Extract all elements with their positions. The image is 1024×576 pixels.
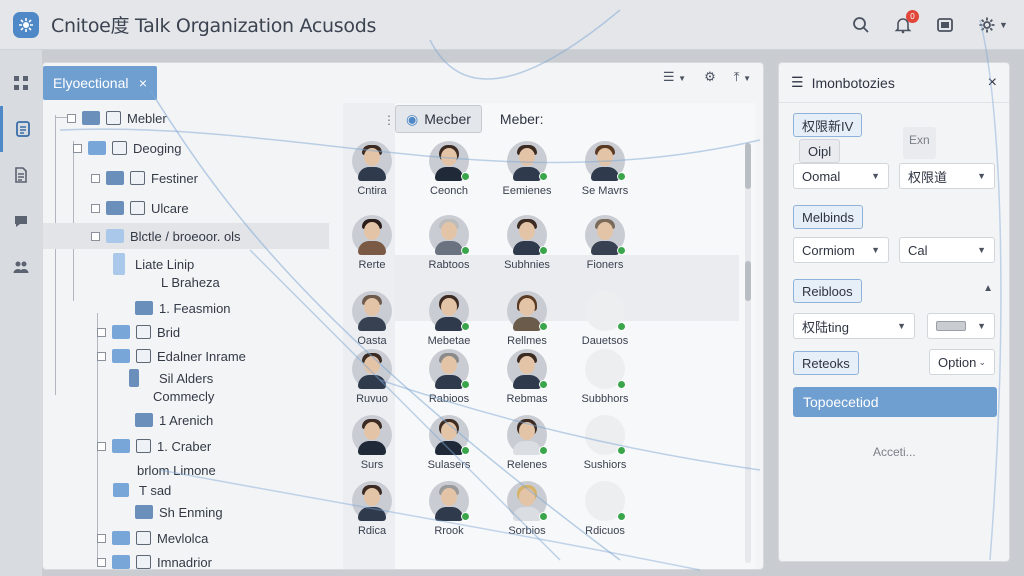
person-card[interactable]: Fioners: [573, 215, 637, 271]
chevron-down-icon: ▼: [977, 321, 986, 331]
tab-label: Elyoectional: [53, 75, 129, 91]
members-tag[interactable]: Melbinds: [793, 205, 864, 229]
app-logo-icon: [13, 11, 39, 38]
search-icon[interactable]: [850, 14, 872, 36]
list-view-icon[interactable]: ☰ ▼: [663, 69, 686, 85]
upload-icon[interactable]: ⤒ ▼: [734, 69, 751, 85]
left-rail: [0, 50, 42, 576]
panel-title: Imonbotozies: [811, 74, 895, 91]
chevron-up-icon[interactable]: ▲: [983, 283, 993, 294]
tree-item[interactable]: Imnadrior: [97, 549, 212, 569]
member-icon: ◉: [406, 110, 419, 127]
document-icon[interactable]: [0, 152, 42, 198]
select-cal[interactable]: Cal ▼: [899, 237, 995, 263]
extra-label: Exn: [903, 127, 936, 159]
chevron-down-icon: ▼: [977, 245, 986, 255]
tree-item[interactable]: 1. Feasmion: [135, 295, 231, 321]
tree-item[interactable]: Commecly: [153, 383, 214, 409]
person-card[interactable]: Rellmes: [495, 291, 559, 347]
person-card[interactable]: Se Mavrs: [573, 141, 637, 197]
chat-icon[interactable]: [0, 198, 42, 244]
tree-item[interactable]: Mebler: [67, 105, 167, 131]
tab-member-2[interactable]: Meber:: [490, 105, 554, 133]
footer-text: Acceti...: [873, 445, 916, 459]
chevron-down-icon: ▼: [977, 171, 986, 181]
people-icon[interactable]: [0, 244, 42, 290]
tree-item[interactable]: Ulcare: [91, 195, 189, 221]
person-card[interactable]: Mebetae: [417, 291, 481, 347]
option-select[interactable]: Option ⌄: [929, 349, 995, 375]
tree-item[interactable]: Brid: [97, 319, 180, 345]
list-icon: ☰: [791, 74, 804, 90]
member-grid: ◉ Mecber Meber: Ceonch Eemienes Se Mavrs …: [395, 103, 755, 569]
grid-icon[interactable]: [0, 60, 42, 106]
person-card[interactable]: Cntira: [349, 141, 395, 197]
tree-item[interactable]: 1 Arenich: [135, 407, 213, 433]
person-card[interactable]: Ceonch: [417, 141, 481, 197]
color-swatch: [936, 321, 966, 331]
person-card[interactable]: Surs: [349, 415, 395, 471]
scrollbar[interactable]: [745, 143, 751, 563]
more-icon[interactable]: ⋮: [383, 113, 395, 127]
person-card[interactable]: Rdica: [349, 481, 395, 537]
person-card[interactable]: Rabioos: [417, 349, 481, 405]
select-swatch[interactable]: ▼: [927, 313, 995, 339]
permission-tag[interactable]: 权限新IV: [793, 113, 863, 137]
app-title: Cnitoe度 Talk Organization Acusods: [51, 15, 377, 37]
select-permission[interactable]: 权限道 ▼: [899, 163, 995, 189]
chevron-down-icon: ▼: [871, 171, 880, 181]
person-card[interactable]: Rrook: [417, 481, 481, 537]
tree-item[interactable]: Sh Enming: [135, 499, 223, 525]
settings-icon[interactable]: ⚙: [704, 69, 716, 85]
roles-tag[interactable]: Reibloos: [793, 279, 862, 303]
notification-bell-icon[interactable]: 0: [892, 10, 919, 36]
person-card[interactable]: Dauetsos: [573, 291, 637, 347]
tree-item[interactable]: Deoging: [73, 135, 181, 161]
chevron-down-icon: ▼: [999, 20, 1008, 30]
tree-item-selected[interactable]: Blctle / broeoor. ols: [43, 223, 329, 249]
chevron-down-icon: ▼: [871, 245, 880, 255]
tab-active[interactable]: Elyoectional ×: [43, 66, 157, 100]
tree-item[interactable]: 1. Craber: [97, 433, 211, 459]
person-card[interactable]: Eemienes: [495, 141, 559, 197]
tree-item[interactable]: Mevlolca: [97, 525, 208, 551]
chevron-down-icon: ▼: [897, 321, 906, 331]
notification-badge: 0: [906, 10, 919, 23]
person-card[interactable]: Ruvuo: [349, 349, 395, 405]
person-card[interactable]: Oasta: [349, 291, 395, 347]
person-card[interactable]: Subbhors: [573, 349, 637, 405]
person-card[interactable]: Rdicuos: [573, 481, 637, 537]
resources-tag[interactable]: Reteoks: [793, 351, 859, 375]
select-setting[interactable]: 权陆ting ▼: [793, 313, 915, 339]
chevron-down-icon: ⌄: [978, 356, 986, 367]
org-chart-icon[interactable]: [0, 106, 42, 152]
person-card[interactable]: Rebmas: [495, 349, 559, 405]
select-common[interactable]: Cormiom ▼: [793, 237, 889, 263]
tree-item[interactable]: L Braheza: [161, 269, 220, 295]
person-card[interactable]: Rerte: [349, 215, 395, 271]
person-card[interactable]: Sulasers: [417, 415, 481, 471]
person-card[interactable]: Sushiors: [573, 415, 637, 471]
avatar-column: ⋮ Cntira Rerte Oasta Ruvuo Surs Rdica: [343, 103, 395, 569]
person-card[interactable]: Sorbios: [495, 481, 559, 537]
tab-close-button[interactable]: ×: [139, 75, 147, 91]
settings-gear-icon[interactable]: ▼: [976, 14, 1010, 36]
org-tree: Mebler Deoging Festiner Ulcare Blctle / …: [43, 103, 343, 569]
apply-button[interactable]: Topoecetiod: [793, 387, 997, 417]
main-panel: Elyoectional × ☰ ▼ ⚙ ⤒ ▼ Mebler Deoging …: [42, 62, 764, 570]
person-card[interactable]: Relenes: [495, 415, 559, 471]
properties-panel: ☰ Imonbotozies × 权限新IV Oipl Exn Oomal ▼ 权…: [778, 62, 1010, 562]
permission-sub-tag[interactable]: Oipl: [799, 139, 841, 163]
person-card[interactable]: Rabtoos: [417, 215, 481, 271]
top-bar: Cnitoe度 Talk Organization Acusods 0 ▼: [0, 0, 1024, 50]
window-icon[interactable]: [934, 14, 956, 36]
select-mode[interactable]: Oomal ▼: [793, 163, 889, 189]
close-icon[interactable]: ×: [988, 74, 997, 92]
tab-member[interactable]: ◉ Mecber: [395, 105, 482, 133]
tree-item[interactable]: Festiner: [91, 165, 198, 191]
person-card[interactable]: Subhnies: [495, 215, 559, 271]
